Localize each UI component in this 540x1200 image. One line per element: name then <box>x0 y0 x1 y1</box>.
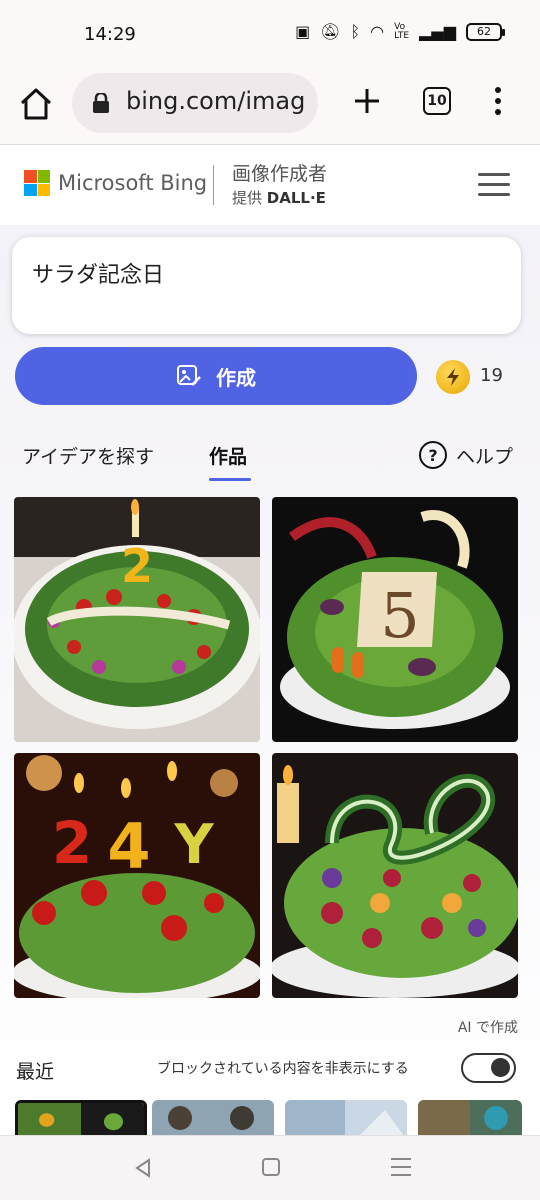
page-title: 画像作成者 <box>232 163 328 185</box>
brand-separator <box>213 165 214 205</box>
generated-image[interactable] <box>272 753 518 998</box>
home-nav-icon[interactable] <box>262 1158 280 1176</box>
recent-thumbnails <box>0 1100 540 1135</box>
nfc-icon: ▣ <box>295 22 311 41</box>
svg-text:5: 5 <box>380 579 419 652</box>
volte-icon: Vo LTE <box>394 21 410 41</box>
browser-toolbar: bing.com/imag 10 <box>0 70 540 144</box>
create-button-label: 作成 <box>216 365 256 390</box>
page-subtitle: 提供 DALL·E <box>232 187 326 208</box>
status-bar: 14:29 ▣ 🔕︎ ᛒ ◠ Vo LTE ▂▄▆ 62 <box>0 0 540 70</box>
boost-icon[interactable] <box>436 360 470 394</box>
subtitle-brand: DALL·E <box>266 189 326 207</box>
image-create-icon <box>177 365 201 386</box>
generated-image[interactable]: 2 <box>14 497 260 742</box>
lock-icon <box>93 93 109 113</box>
recents-icon[interactable] <box>391 1158 411 1178</box>
create-button[interactable]: 作成 <box>15 347 417 405</box>
microsoft-logo-icon[interactable] <box>24 170 50 196</box>
system-nav-bar <box>0 1135 540 1200</box>
recent-thumbnail[interactable] <box>285 1100 407 1135</box>
active-tab-indicator <box>209 478 251 481</box>
hide-blocked-label: ブロックされている内容を非表示にする <box>157 1061 409 1077</box>
recent-thumbnail[interactable] <box>418 1100 522 1135</box>
subtitle-prefix: 提供 <box>232 189 263 207</box>
signal-icon: ▂▄▆ <box>419 22 456 41</box>
bing-header: Microsoft Bing 画像作成者 提供 DALL·E <box>0 145 540 225</box>
recent-thumbnail[interactable] <box>152 1100 274 1135</box>
generated-image[interactable]: 5 <box>272 497 518 742</box>
main-content: サラダ記念日 作成 19 アイデアを探す 作品 ? ヘルプ 2 5 2 4 Y … <box>0 225 540 1135</box>
wifi-icon: ◠ <box>370 22 385 41</box>
toggle-knob <box>491 1058 510 1077</box>
tab-explore[interactable]: アイデアを探す <box>22 442 154 469</box>
svg-text:2: 2 <box>121 539 153 593</box>
back-icon[interactable] <box>133 1158 153 1178</box>
brand-name[interactable]: Microsoft Bing <box>58 171 207 195</box>
boost-count: 19 <box>480 365 503 386</box>
hide-blocked-toggle[interactable] <box>461 1053 516 1083</box>
battery-icon: 62 <box>466 22 505 41</box>
svg-text:4: 4 <box>107 810 150 883</box>
tab-creations[interactable]: 作品 <box>209 442 247 469</box>
status-icons: ▣ 🔕︎ ᛒ ◠ Vo LTE ▂▄▆ 62 <box>295 21 505 41</box>
home-icon[interactable] <box>18 86 54 122</box>
status-time: 14:29 <box>84 24 136 45</box>
more-vert-icon[interactable] <box>490 86 506 116</box>
prompt-text: サラダ記念日 <box>32 263 165 288</box>
recent-heading: 最近 <box>16 1061 55 1083</box>
svg-text:Y: Y <box>173 813 214 876</box>
ai-generated-label: AI で作成 <box>457 1020 518 1036</box>
address-bar[interactable]: bing.com/imag <box>72 73 318 133</box>
tab-switcher-button[interactable]: 10 <box>423 87 451 115</box>
bluetooth-icon: ᛒ <box>350 22 361 41</box>
url-text: bing.com/imag <box>126 87 306 115</box>
recent-thumbnail[interactable] <box>15 1100 147 1135</box>
help-link[interactable]: ヘルプ <box>456 442 513 469</box>
help-icon[interactable]: ? <box>419 441 447 469</box>
svg-text:2: 2 <box>52 809 92 877</box>
hamburger-menu-icon[interactable] <box>478 173 510 197</box>
prompt-input[interactable]: サラダ記念日 <box>12 237 521 334</box>
mute-icon: 🔕︎ <box>320 22 341 41</box>
plus-icon[interactable] <box>352 86 382 116</box>
generated-image[interactable]: 2 4 Y <box>14 753 260 998</box>
